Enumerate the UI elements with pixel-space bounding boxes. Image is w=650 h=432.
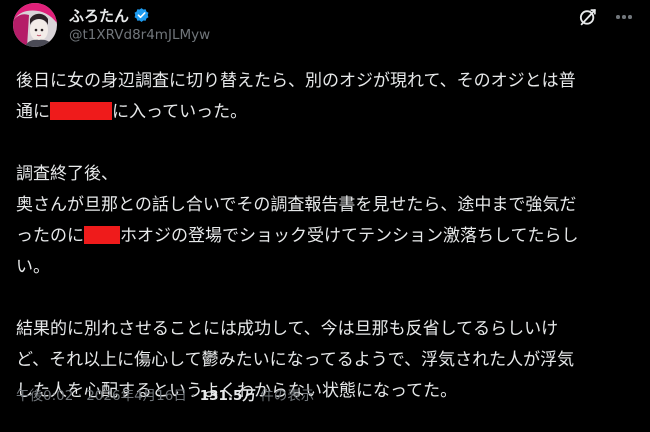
views-count: 131.5万: [199, 388, 256, 404]
tweet-line: い。: [16, 252, 636, 283]
tweet-meta: 午後0:02 · 2026年4月16日 · 131.5万 件の表示: [16, 384, 314, 404]
tweet-text: 通に: [16, 102, 50, 122]
author-name-row: ふろたん: [69, 4, 150, 26]
tweet-text: ど、それ以上に傷心して鬱みたいになってるようで、浮気された人が浮気: [16, 350, 575, 370]
redaction-box: [50, 101, 112, 120]
avatar[interactable]: [13, 3, 57, 47]
meta-separator: ·: [77, 388, 87, 404]
more-dot: [622, 15, 626, 19]
tweet-line: 結果的に別れさせることには成功して、今は旦那も反省してるらしいけ: [16, 314, 636, 345]
more-options-icon[interactable]: [612, 5, 636, 29]
tweet-text: 奥さんが旦那との話し合いでその調査報告書を見せたら、途中まで強気だ: [16, 195, 577, 215]
tweet-text: い。: [16, 257, 50, 277]
grok-icon[interactable]: [577, 6, 599, 28]
author-display-name[interactable]: ふろたん: [69, 5, 129, 26]
tweet-text: 結果的に別れさせることには成功して、今は旦那も反省してるらしいけ: [16, 319, 559, 339]
avatar-image: [13, 3, 57, 47]
tweet-line: 後日に女の身辺調査に切り替えたら、別のオジが現れて、そのオジとは普: [16, 66, 636, 97]
tweet-text: 調査終了後、: [16, 164, 118, 184]
author-handle[interactable]: @t1XRVd8r4mJLMyw: [69, 27, 210, 43]
views-label: 件の表示: [260, 388, 315, 404]
tweet-text: ホオジの登場でショック受けてテンション激落ちしてたらし: [120, 226, 579, 246]
redaction-box: [84, 225, 120, 244]
tweet-time[interactable]: 午後0:02: [16, 388, 73, 404]
meta-separator: ·: [191, 388, 200, 404]
tweet-body: 後日に女の身辺調査に切り替えたら、別のオジが現れて、そのオジとは普 通に に入ってい…: [16, 66, 636, 407]
more-dot: [628, 15, 632, 19]
tweet-text: に入っていった。: [112, 102, 248, 122]
tweet: ふろたん @t1XRVd8r4mJLMyw 後日に女の身辺調査に切り替えたら、別…: [0, 0, 650, 432]
tweet-line: 通に に入っていった。: [16, 97, 636, 128]
tweet-date[interactable]: 2026年4月16日: [86, 388, 187, 404]
tweet-line: ったのに ホオジの登場でショック受けてテンション激落ちしてたらし: [16, 221, 636, 252]
tweet-line: ど、それ以上に傷心して鬱みたいになってるようで、浮気された人が浮気: [16, 345, 636, 376]
tweet-text: 後日に女の身辺調査に切り替えたら、別のオジが現れて、そのオジとは普: [16, 71, 576, 91]
tweet-text: ったのに: [16, 226, 84, 246]
tweet-line: 奥さんが旦那との話し合いでその調査報告書を見せたら、途中まで強気だ: [16, 190, 636, 221]
more-dot: [616, 15, 620, 19]
tweet-line: 調査終了後、: [16, 159, 636, 190]
verified-badge-icon: [133, 7, 150, 24]
